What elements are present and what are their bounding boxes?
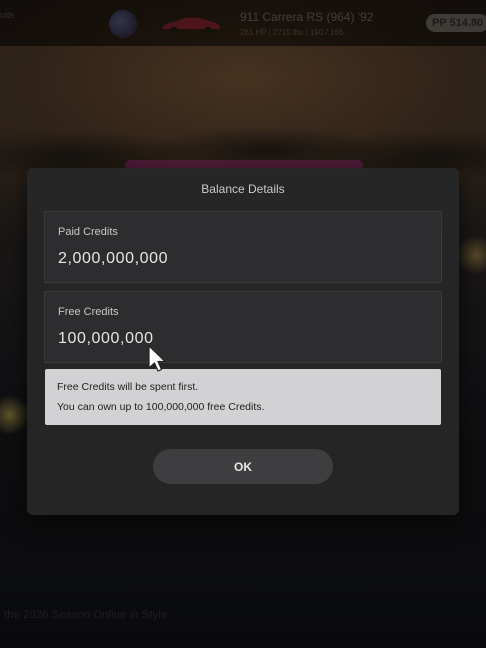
free-credits-value: 100,000,000 [58, 330, 154, 347]
paid-credits-label: Paid Credits [58, 226, 118, 238]
free-credits-info-box: Free Credits will be spent first. You ca… [45, 369, 441, 425]
info-line: Free Credits will be spent first. [57, 381, 199, 393]
info-line: You can own up to 100,000,000 free Credi… [57, 401, 265, 413]
ok-button[interactable]: OK [153, 449, 333, 484]
paid-credits-value: 2,000,000,000 [58, 250, 169, 267]
paid-credits-panel: Paid Credits 2,000,000,000 [44, 211, 442, 283]
mouse-pointer-icon [148, 345, 166, 372]
free-credits-panel: Free Credits 100,000,000 [44, 291, 442, 363]
free-credits-label: Free Credits [58, 306, 119, 318]
dialog-title: Balance Details [201, 182, 285, 196]
balance-details-dialog: Balance Details Paid Credits 2,000,000,0… [27, 168, 459, 515]
